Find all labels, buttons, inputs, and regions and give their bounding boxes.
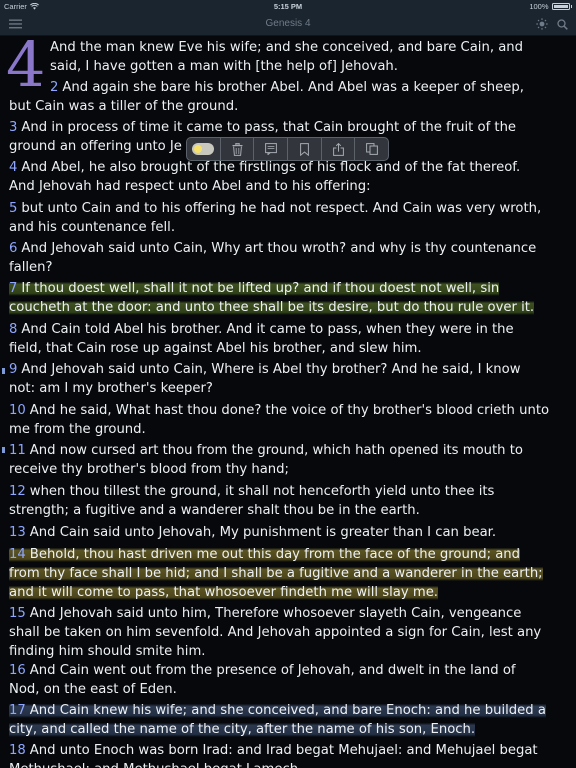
verse-18[interactable]: 18 And unto Enoch was born Irad: and Irad… [9,741,569,768]
copy-icon [365,143,378,155]
note-icon [264,143,277,155]
note-button[interactable] [254,138,289,160]
verse-line: coucheth at the door: and unto thee shal… [9,300,535,315]
battery-tip [570,5,572,8]
trash-icon [232,142,242,156]
verse-line: when thou tillest the ground, it shall n… [29,484,495,499]
search-button[interactable] [553,15,571,33]
verse-5[interactable]: 5 but unto Cain and to his offering he ha… [9,199,569,237]
verse-number: 7 [9,281,18,296]
verse-line: And he said, What hast thou done? the vo… [29,403,550,418]
verse-line: but unto Cain and to his offering he had… [21,201,542,216]
verse-number: 6 [9,241,18,256]
verse-number: 12 [9,484,26,499]
bookmark-button[interactable] [288,138,322,160]
verse-12[interactable]: 12 when thou tillest the ground, it shall… [9,482,569,520]
search-icon [556,18,568,30]
verse-11[interactable]: 11 And now cursed art thou from the groun… [9,441,569,479]
battery-icon [551,3,570,10]
verse-line: city, and called the name of the city, a… [9,722,476,737]
verse-line: And Cain went out from the presence of J… [29,663,516,678]
verse-line: And the man knew Eve his wife; and she c… [50,40,524,55]
verse-line: and his countenance fell. [9,220,176,235]
verse-14[interactable]: 14 Behold, thou hast driven me out this d… [9,545,569,602]
chapter-title[interactable]: Genesis 4 [0,18,576,29]
verse-number: 10 [9,403,26,418]
verse-line: from thy face shall I be hid; and I shal… [9,566,543,581]
verse-line: said, I have gotten a man with [the help… [50,59,398,74]
verse-line: receive thy brother's blood from thy han… [9,462,289,477]
share-button[interactable] [322,138,356,160]
verse-line: And Cain knew his wife; and she conceive… [29,703,546,718]
verse-number: 4 [9,160,18,175]
verse-6[interactable]: 6 And Jehovah said unto Cain, Why art tho… [9,239,569,277]
verse-line: not: am I my brother's keeper? [9,381,213,396]
verse-line: If thou doest well, shall it not be lift… [21,281,500,296]
verse-action-toolbar [186,137,389,161]
verse-line: And Jehovah said unto Cain, Where is Abe… [21,362,521,377]
verse-line: me from the ground. [9,422,146,437]
verse-number: 18 [9,743,26,758]
brightness-icon [536,18,548,30]
verse-line: Behold, thou hast driven me out this day… [29,547,521,562]
verse-15[interactable]: 15 And Jehovah said unto him, Therefore w… [9,604,569,661]
verse-number: 8 [9,322,18,337]
brightness-button[interactable] [533,15,551,33]
verse-line: Nod, on the east of Eden. [9,682,177,697]
verse-13[interactable]: 13 And Cain said unto Jehovah, My punishm… [9,523,569,542]
verse-16[interactable]: 16 And Cain went out from the presence of… [9,661,569,699]
verse-7[interactable]: 7 If thou doest well, shall it not be lif… [9,279,569,317]
verse-4[interactable]: 4 And Abel, he also brought of the firstl… [9,158,569,196]
verse-line: And Cain said unto Jehovah, My punishmen… [29,525,497,540]
highlight-toggle-button[interactable] [187,138,221,160]
toggle-icon [192,143,215,155]
verse-line: And Cain told Abel his brother. And it c… [21,322,514,337]
verse-line: but Cain was a tiller of the ground. [9,99,239,114]
delete-button[interactable] [221,138,255,160]
verse-number: 3 [9,120,18,135]
verse-1[interactable]: And the man knew Eve his wife; and she c… [50,38,570,76]
verse-number: 9 [9,362,18,377]
verse-9[interactable]: 9 And Jehovah said unto Cain, Where is Ab… [9,360,569,398]
verse-line: fallen? [9,260,53,275]
verse-line: And Abel, he also brought of the firstli… [21,160,521,175]
navigation-bar: Genesis 4 [0,12,576,36]
verse-line: and it will come to pass, that whosoever… [9,585,438,600]
status-bar: Carrier 5:15 PM 100% [0,0,576,12]
battery-label: 100% [529,2,549,11]
verse-10[interactable]: 10 And he said, What hast thou done? the … [9,401,569,439]
verse-line: shall be taken on him sevenfold. And Jeh… [9,625,542,640]
verse-line: finding him should smite him. [9,644,206,659]
verse-number: 13 [9,525,26,540]
verse-line: And Jehovah had respect unto Abel and to… [9,179,371,194]
verse-number: 15 [9,606,26,621]
verse-line: strength; a fugitive and a wanderer shal… [9,503,420,518]
verse-line: And Jehovah said unto Cain, Why art thou… [21,241,537,256]
verse-line: And Jehovah said unto him, Therefore who… [29,606,522,621]
verse-line: And in process of time it came to pass, … [21,120,517,135]
verse-number: 11 [9,443,26,458]
share-icon [332,142,344,156]
battery-indicator: 100% [529,2,572,11]
verse-number: 17 [9,703,26,718]
verse-number: 16 [9,663,26,678]
verse-2[interactable]: 2 And again she bare his brother Abel. An… [9,78,569,116]
bookmark-marker[interactable] [2,447,5,453]
verse-number: 2 [50,80,59,95]
copy-button[interactable] [355,138,388,160]
verse-line: And now cursed art thou from the ground,… [29,443,523,458]
verse-number: 5 [9,201,18,216]
verse-line: Methushael: and Methushael begat Lamech. [9,760,569,768]
verse-line: And again she bare his brother Abel. And… [62,80,524,95]
verse-line: field, that Cain rose up against Abel hi… [9,341,422,356]
verse-number: 14 [9,547,26,562]
verse-line: And unto Enoch was born Irad: and Irad b… [29,743,538,758]
note-marker[interactable] [2,368,5,374]
verse-8[interactable]: 8 And Cain told Abel his brother. And it … [9,320,569,358]
status-time: 5:15 PM [273,2,303,11]
verse-17[interactable]: 17 And Cain knew his wife; and she concei… [9,701,569,739]
bookmark-icon [299,142,309,156]
